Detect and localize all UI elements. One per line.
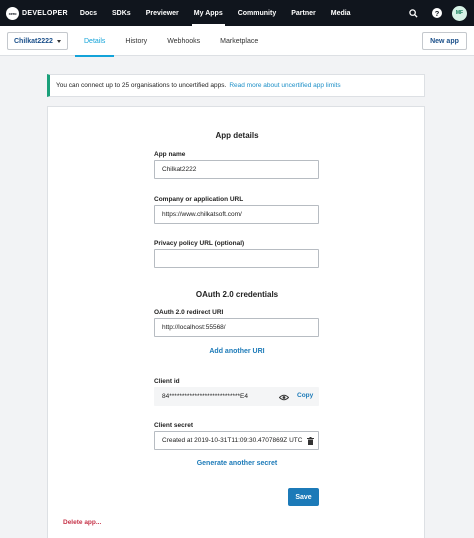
privacy-url-field[interactable]	[154, 249, 319, 268]
nav-item-media[interactable]: Media	[331, 0, 351, 26]
nav-items: Docs SDKs Previewer My Apps Community Pa…	[80, 0, 366, 26]
tab-marketplace[interactable]: Marketplace	[211, 26, 267, 56]
search-icon[interactable]	[404, 4, 422, 22]
notice-text: You can connect up to 25 organisations t…	[56, 82, 227, 89]
client-secret-field: Created at 2019-10-31T11:09:30.4707869Z …	[154, 431, 319, 450]
nav-item-previewer[interactable]: Previewer	[146, 0, 179, 26]
chevron-down-icon	[57, 40, 61, 43]
nav-item-sdks[interactable]: SDKs	[112, 0, 131, 26]
nav-item-my-apps[interactable]: My Apps	[191, 0, 225, 26]
tab-history[interactable]: History	[116, 26, 156, 56]
delete-app-link[interactable]: Delete app...	[63, 519, 101, 526]
avatar[interactable]: MF	[452, 5, 467, 21]
uncertified-notice: You can connect up to 25 organisations t…	[47, 74, 425, 97]
app-name-label: App name	[154, 151, 186, 158]
tab-details[interactable]: Details	[75, 26, 115, 57]
app-details-title: App details	[215, 131, 259, 140]
tabs: Details History Webhooks Marketplace	[75, 26, 269, 57]
nav-item-partner[interactable]: Partner	[291, 0, 316, 26]
client-id-label: Client id	[154, 378, 180, 385]
app-subheader: Chilkat2222 Details History Webhooks Mar…	[0, 26, 474, 57]
client-secret-label: Client secret	[154, 422, 194, 429]
client-id-field: 84****************************E4	[154, 387, 319, 406]
generate-secret-button[interactable]: Generate another secret	[48, 460, 426, 467]
redirect-uri-label: OAuth 2.0 redirect URI	[154, 309, 224, 316]
eye-icon[interactable]	[279, 392, 289, 402]
logo-text: DEVELOPER	[22, 9, 68, 17]
app-details-card: App details App name Chilkat2222 Company…	[47, 106, 425, 538]
add-uri-button[interactable]: Add another URI	[48, 348, 426, 355]
redirect-uri-field[interactable]: http://localhost:55568/	[154, 318, 319, 337]
app-name-field[interactable]: Chilkat2222	[154, 160, 319, 179]
app-selector-label: Chilkat2222	[14, 37, 53, 45]
xero-logo-icon: xero	[6, 6, 19, 20]
company-url-field[interactable]: https://www.chilkatsoft.com/	[154, 205, 319, 224]
app-selector[interactable]: Chilkat2222	[7, 32, 68, 50]
top-navigation: xero DEVELOPER Docs SDKs Previewer My Ap…	[0, 0, 474, 26]
nav-right: ? MF	[404, 0, 474, 26]
nav-item-docs[interactable]: Docs	[80, 0, 97, 26]
save-button[interactable]: Save	[288, 488, 319, 506]
logo[interactable]: xero DEVELOPER	[6, 6, 68, 20]
svg-text:?: ?	[435, 9, 440, 18]
nav-item-community[interactable]: Community	[238, 0, 277, 26]
help-icon[interactable]: ?	[428, 4, 446, 22]
new-app-button[interactable]: New app	[422, 32, 467, 50]
privacy-url-label: Privacy policy URL (optional)	[154, 240, 245, 247]
company-url-label: Company or application URL	[154, 196, 244, 203]
oauth-title: OAuth 2.0 credentials	[195, 290, 279, 299]
tab-webhooks[interactable]: Webhooks	[158, 26, 209, 56]
copy-button[interactable]: Copy	[297, 392, 313, 399]
trash-icon[interactable]	[306, 436, 315, 446]
notice-link[interactable]: Read more about uncertified app limits	[229, 82, 340, 89]
